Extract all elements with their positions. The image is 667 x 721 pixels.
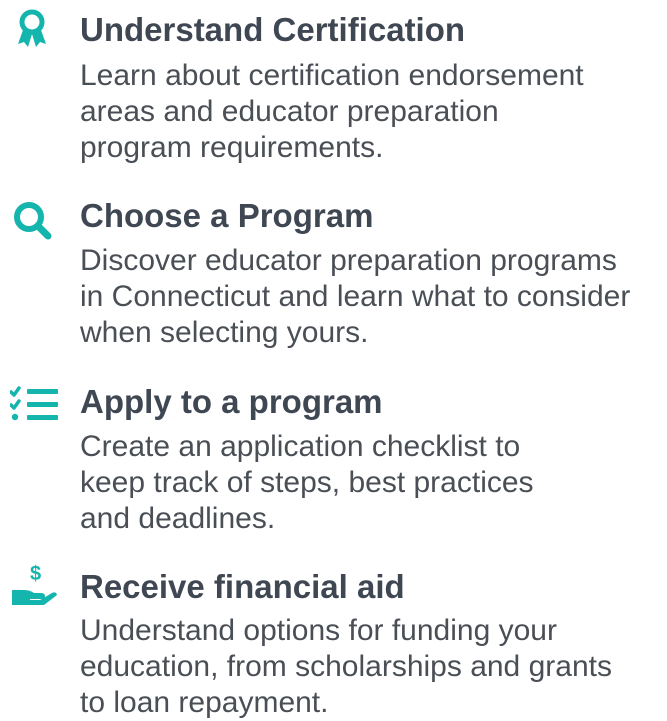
hand-dollar-icon: $ — [10, 562, 57, 605]
step-title[interactable]: Apply to a program — [80, 382, 383, 422]
step-description: Learn about certification endorsement ar… — [80, 59, 584, 164]
svg-text:$: $ — [30, 563, 41, 585]
step-title[interactable]: Understand Certification — [80, 10, 465, 50]
step-description: Create an application checklist to keep … — [80, 430, 534, 535]
step-description: Discover educator preparation programs i… — [80, 244, 631, 349]
steps-list: Understand Certification Learn about cer… — [0, 0, 667, 719]
checklist-icon — [10, 384, 58, 424]
search-icon — [10, 198, 54, 240]
step-description: Understand options for funding your educ… — [80, 614, 612, 719]
step-title[interactable]: Choose a Program — [80, 196, 373, 236]
ribbon-award-icon — [10, 9, 54, 49]
step-title[interactable]: Receive financial aid — [80, 567, 405, 607]
